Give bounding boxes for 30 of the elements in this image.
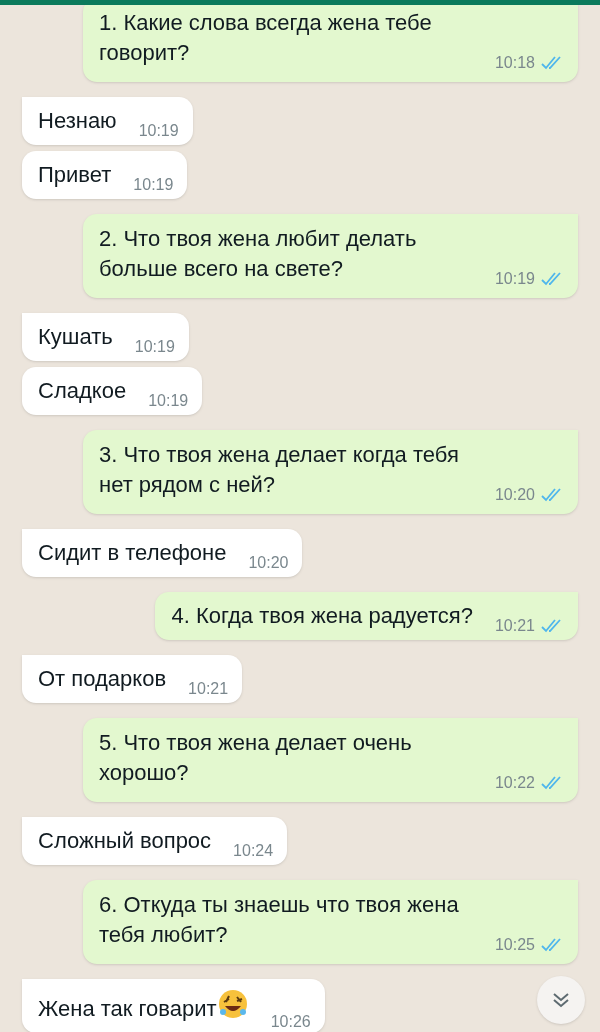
message-time: 10:18 (494, 53, 535, 73)
message-time: 10:19 (138, 121, 179, 141)
message-time: 10:20 (494, 485, 535, 505)
message-time: 10:19 (148, 391, 189, 411)
message-time: 10:21 (188, 679, 229, 699)
message-text: 1. Какие слова всегда жена тебе говорит? (99, 9, 432, 67)
message-text: Сложный вопрос (38, 827, 212, 855)
message-time: 10:20 (248, 553, 289, 573)
message-time: 10:21 (494, 616, 535, 636)
message-text: Привет (38, 161, 112, 189)
message-time: 10:26 (270, 1012, 311, 1032)
message-time: 10:25 (494, 935, 535, 955)
double-chevron-down-icon (552, 992, 570, 1008)
message-text: Сладкое (38, 377, 127, 405)
message-text: Незнаю (38, 107, 117, 135)
message-text: Жена так говарит (38, 995, 217, 1023)
message-time: 10:22 (494, 773, 535, 793)
scroll-down-button[interactable] (537, 976, 585, 1024)
message-text: Сидит в телефоне (38, 539, 227, 567)
message-time: 10:19 (494, 269, 535, 289)
message-text: От подарков (38, 665, 167, 693)
message-text: 2. Что твоя жена любит делать больше всего на свете? (99, 225, 417, 283)
message-text: 6. Откуда ты знаешь что твоя жена тебя любит? (99, 891, 459, 949)
message-time: 10:19 (134, 337, 175, 357)
message-text: 3. Что твоя жена делает когда тебя нет рядом с ней? (99, 441, 459, 499)
message-time: 10:24 (233, 841, 274, 861)
message-text: 4. Когда твоя жена радуется? (171, 602, 473, 630)
message-time: 10:19 (133, 175, 174, 195)
message-text: 5. Что твоя жена делает очень хорошо? (99, 729, 412, 787)
message-text: Кушать (38, 323, 113, 351)
